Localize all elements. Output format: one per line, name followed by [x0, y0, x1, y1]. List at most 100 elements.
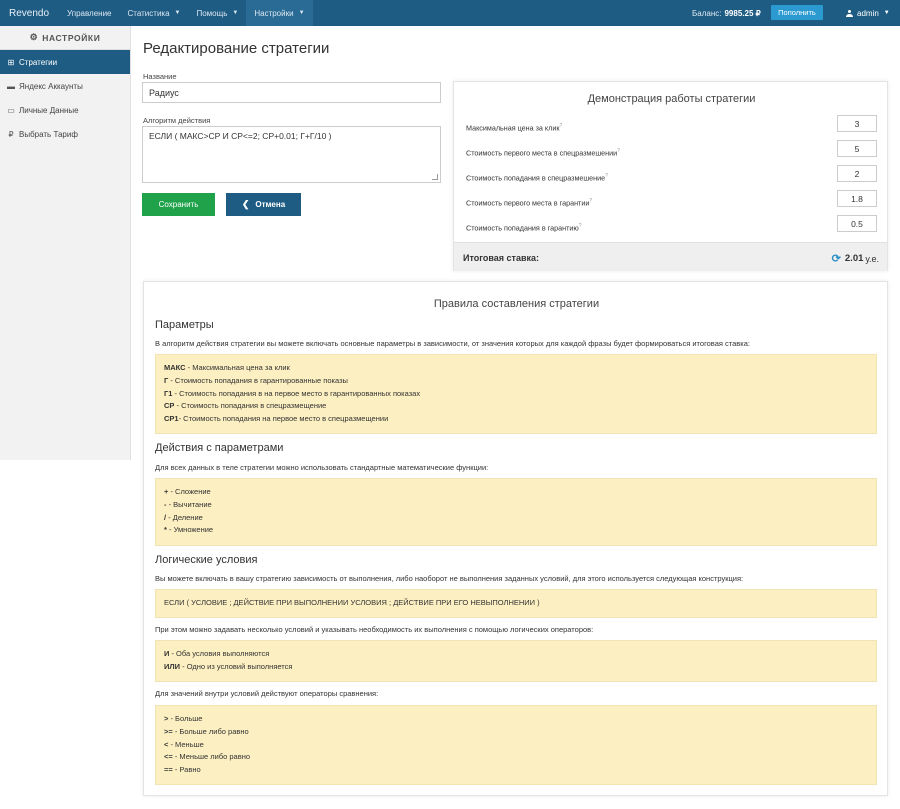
action-item: / - Деление	[164, 512, 203, 522]
nav-help[interactable]: Помощь ▼	[188, 0, 246, 26]
car-icon: ▬	[7, 81, 15, 91]
sidebar: ⚙ НАСТРОЙКИ ⊞ Стратегии ▬ Яндекс Аккаунт…	[0, 26, 131, 460]
demo-row: Стоимость первого места в спецразмешении…	[454, 140, 889, 165]
sidebar-item-label: Выбрать Тариф	[19, 129, 78, 139]
brand-logo[interactable]: Revendo	[0, 8, 59, 19]
logic-op-item: ИЛИ - Одно из условий выполняется	[164, 661, 293, 671]
param-item: Г - Стоимость попадания в гарантированны…	[164, 375, 348, 385]
compare-intro: Для значений внутри условий действуют оп…	[155, 689, 379, 698]
demo-row-label: Стоимость первого места в спецразмешении…	[466, 148, 620, 158]
param-item: СР - Стоимость попадания в спецразмещени…	[164, 401, 327, 411]
algorithm-text: ЕСЛИ ( МАКС>СР И СР<=2; СР+0.01; Г+Г/10 …	[149, 131, 332, 141]
user-name: admin	[857, 8, 879, 18]
caret-down-icon: ▼	[174, 10, 181, 16]
cancel-button[interactable]: ❮ Отмена	[226, 193, 301, 216]
balance-value: 9985.25 ₽	[724, 8, 761, 18]
help-marker-icon: ?	[578, 223, 582, 229]
demo-value-input[interactable]: 5	[837, 140, 877, 157]
help-marker-icon: ?	[617, 148, 620, 154]
help-marker-icon: ?	[559, 123, 563, 129]
logic-intro: Вы можете включать в вашу стратегию зави…	[155, 574, 744, 583]
demo-row: Максимальная цена за клик? 3	[454, 115, 889, 140]
nav-label: Управление	[67, 8, 112, 18]
sidebar-heading: ⚙ НАСТРОЙКИ	[0, 26, 130, 50]
sidebar-item-label: Стратегии	[19, 57, 58, 67]
demo-value-input[interactable]: 0.5	[837, 215, 877, 232]
ruble-icon: ₽	[8, 129, 14, 139]
nav-statistics[interactable]: Статистика ▼	[120, 0, 189, 26]
demo-value-input[interactable]: 2	[837, 165, 877, 182]
user-icon	[846, 9, 853, 17]
demo-value-input[interactable]: 3	[837, 115, 877, 132]
rules-title: Правила составления стратегии	[433, 298, 600, 310]
params-intro: В алгоритм действия стратегии вы можете …	[155, 339, 750, 348]
compare-op-item: > - Больше	[164, 714, 203, 723]
name-label: Название	[143, 72, 177, 81]
save-button[interactable]: Сохранить	[142, 193, 215, 216]
help-marker-icon: ?	[589, 198, 593, 204]
sidebar-item-personal-data[interactable]: ▭ Личные Данные	[0, 98, 130, 122]
algorithm-textarea[interactable]: ЕСЛИ ( МАКС>СР И СР<=2; СР+0.01; Г+Г/10 …	[142, 126, 441, 183]
logic-op-item: И - Оба условия выполняются	[164, 649, 270, 658]
actions-intro: Для всех данных в теле стратегии можно и…	[155, 463, 489, 472]
sidebar-item-strategies[interactable]: ⊞ Стратегии	[0, 50, 130, 74]
param-item: МАКС - Максимальная цена за клик	[164, 363, 290, 372]
sitemap-icon: ⊞	[7, 57, 15, 67]
nav-management[interactable]: Управление	[59, 0, 119, 26]
gears-icon: ⚙	[29, 32, 39, 42]
chevron-left-icon: ❮	[241, 199, 250, 209]
caret-down-icon: ▼	[883, 10, 890, 16]
topup-button[interactable]: Пополнить	[771, 5, 823, 20]
action-item: * - Умножение	[164, 525, 214, 535]
demo-row-label: Стоимость попадания в спецразмешение?	[466, 173, 608, 183]
sidebar-heading-label: НАСТРОЙКИ	[42, 32, 101, 43]
strategy-name-input[interactable]: Радиус	[142, 82, 441, 103]
param-item: СР1- Стоимость попадания на первое место…	[164, 414, 389, 424]
caret-down-icon: ▼	[232, 10, 239, 16]
param-item: Г1 - Стоимость попадания в на первое мес…	[164, 388, 421, 398]
sidebar-item-label: Яндекс Аккаунты	[19, 81, 83, 91]
demo-value-input[interactable]: 1.8	[837, 190, 877, 207]
caret-down-icon: ▼	[298, 10, 305, 16]
user-menu[interactable]: admin ▼	[846, 0, 890, 26]
total-bid-label: Итоговая ставка:	[463, 253, 540, 263]
algorithm-label: Алгоритм действия	[143, 116, 211, 125]
demo-row: Стоимость первого места в гарантии? 1.8	[454, 190, 889, 215]
demo-row: Стоимость попадания в гарантию? 0.5	[454, 215, 889, 240]
total-bid-unit: у.е.	[865, 253, 879, 264]
action-item: + - Сложение	[164, 487, 211, 496]
resize-handle-icon[interactable]	[432, 174, 438, 180]
nav-label: Помощь	[196, 8, 228, 18]
logic-construct: ЕСЛИ ( УСЛОВИЕ ; ДЕЙСТВИЕ ПРИ ВЫПОЛНЕНИИ…	[164, 598, 540, 607]
compare-op-item: == - Равно	[164, 765, 201, 775]
id-card-icon: ▭	[7, 105, 15, 115]
demo-row: Стоимость попадания в спецразмешение? 2	[454, 165, 889, 190]
compare-op-item: <= - Меньше либо равно	[164, 752, 251, 762]
logic-ops-note: И - Оба условия выполняются ИЛИ - Одно и…	[155, 640, 877, 682]
total-bid: ⟳ 2.01 у.е.	[832, 252, 879, 265]
params-heading: Параметры	[155, 319, 214, 331]
sidebar-item-tariff[interactable]: ₽ Выбрать Тариф	[0, 122, 130, 146]
nav-label: Статистика	[127, 8, 170, 18]
strategy-demo-panel: Демонстрация работы стратегии Максимальн…	[453, 81, 888, 271]
refresh-icon[interactable]: ⟳	[832, 252, 841, 265]
action-item: - - Вычитание	[164, 499, 212, 509]
strategy-rules-panel: Правила составления стратегии Параметры …	[143, 281, 888, 796]
sidebar-item-yandex-accounts[interactable]: ▬ Яндекс Аккаунты	[0, 74, 130, 98]
nav-label: Настройки	[254, 8, 294, 18]
logic-ops-intro: При этом можно задавать несколько услови…	[155, 625, 594, 634]
actions-heading: Действия с параметрами	[155, 442, 284, 454]
nav-settings[interactable]: Настройки ▼	[246, 0, 313, 26]
logic-heading: Логические условия	[155, 554, 258, 566]
demo-row-label: Максимальная цена за клик?	[466, 123, 563, 133]
balance: Баланс: 9985.25 ₽	[692, 0, 761, 26]
total-bid-bar: Итоговая ставка: ⟳ 2.01 у.е.	[454, 242, 887, 271]
cancel-label: Отмена	[255, 200, 286, 209]
logic-construct-note: ЕСЛИ ( УСЛОВИЕ ; ДЕЙСТВИЕ ПРИ ВЫПОЛНЕНИИ…	[155, 589, 877, 618]
page-title: Редактирование стратегии	[143, 40, 330, 57]
help-marker-icon: ?	[605, 173, 608, 179]
demo-row-label: Стоимость попадания в гарантию?	[466, 223, 582, 233]
top-navbar: Revendo Управление Статистика ▼ Помощь ▼ Н…	[0, 0, 900, 26]
demo-row-label: Стоимость первого места в гарантии?	[466, 198, 593, 208]
total-bid-value: 2.01	[844, 253, 864, 264]
